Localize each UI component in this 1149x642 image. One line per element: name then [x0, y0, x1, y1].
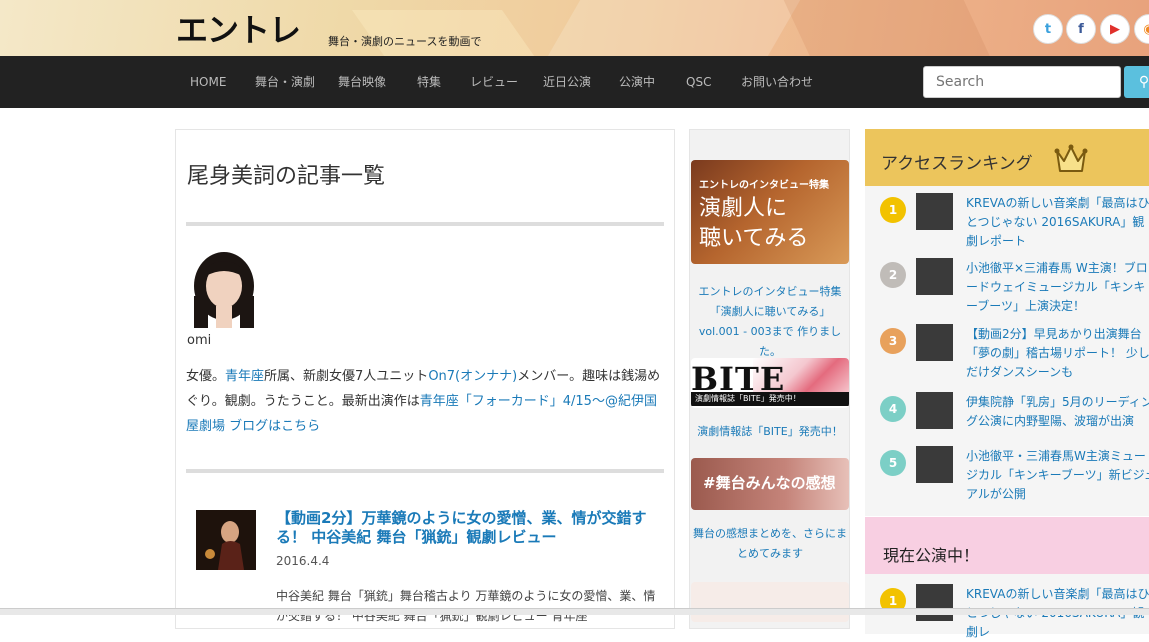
bite-link[interactable]: 演劇情報誌「BITE」発売中！ [691, 422, 849, 442]
rank-thumbnail[interactable] [916, 392, 953, 429]
author-bio: 女優。青年座所属、新劇女優7人ユニットOn7(オンナナ)メンバー。趣味は銭湯めぐ… [186, 364, 666, 439]
nav-contact[interactable]: お問い合わせ [741, 56, 813, 108]
link-seinenza[interactable]: 青年座 [225, 369, 264, 384]
divider [186, 222, 664, 226]
horizontal-scrollbar[interactable] [0, 608, 1149, 615]
nav-home[interactable]: HOME [190, 56, 226, 108]
nav-stage-video[interactable]: 舞台映像 [338, 56, 386, 108]
bite-strip: 演劇情報誌「BITE」発売中！ [691, 392, 849, 406]
article-date: 2016.4.4 [276, 554, 330, 568]
impressions-banner[interactable]: #舞台みんなの感想 [691, 458, 849, 510]
twitter-icon[interactable]: t [1033, 14, 1063, 44]
bio-text: 女優。 [186, 369, 226, 384]
site-logo[interactable]: エントレ [176, 12, 301, 48]
rank-badge: 1 [880, 197, 906, 223]
ranking-header: アクセスランキング [865, 129, 1149, 186]
site-tagline: 舞台・演劇のニュースを動画で [328, 35, 482, 48]
nav-features[interactable]: 特集 [417, 56, 441, 108]
now-showing-title: 現在公演中！ [883, 546, 980, 565]
nav-review[interactable]: レビュー [470, 56, 518, 108]
facebook-icon[interactable]: f [1066, 14, 1096, 44]
search-icon: ⚲ [1138, 74, 1149, 90]
article-excerpt: 中谷美紀 舞台「猟銃」舞台稽古より 万華鏡のように女の愛憎、業、情が交錯する！ … [276, 589, 656, 623]
crown-icon [1054, 144, 1088, 172]
rank-title-link[interactable]: KREVAの新しい音楽劇「最高はひとつじゃない 2016SAKURA」観劇レポー… [966, 194, 1149, 251]
banner-partial[interactable] [691, 582, 849, 622]
nav-now-showing[interactable]: 公演中 [619, 56, 655, 108]
ranking-title: アクセスランキング [881, 154, 1033, 174]
link-on7[interactable]: On7(オンナナ) [428, 369, 517, 384]
rank-title-link[interactable]: 【動画2分】早見あかり出演舞台「夢の劇」稽古場リポート！ 少しだけダンスシーンも [966, 325, 1149, 382]
rank-badge: 2 [880, 262, 906, 288]
article-title-link[interactable]: 【動画2分】万華鏡のように女の愛憎、業、情が交錯する！ 中谷美紀 舞台「猟銃」観… [276, 509, 656, 547]
author-name: omi [187, 333, 212, 348]
rank-badge: 4 [880, 396, 906, 422]
rank-thumbnail[interactable] [916, 193, 953, 230]
bio-text: 所属、新劇女優7人ユニット [264, 369, 429, 384]
nav-qsc[interactable]: QSC [686, 56, 711, 108]
interview-link[interactable]: エントレのインタビュー特集「演劇人に聴いてみる」vol.001 - 003まで … [691, 282, 849, 362]
search-button[interactable]: ⚲ [1124, 66, 1149, 98]
rank-title-link[interactable]: 小池徹平・三浦春馬W主演ミュージカル「キンキーブーツ」新ビジュアルが公開 [966, 447, 1149, 504]
nav-stage[interactable]: 舞台・演劇 [255, 56, 315, 108]
rank-thumbnail[interactable] [916, 584, 953, 621]
interview-banner[interactable]: エントレのインタビュー特集 演劇人に 聴いてみる [691, 160, 849, 264]
author-avatar [186, 246, 262, 328]
rank-thumbnail[interactable] [916, 324, 953, 361]
article-thumbnail[interactable] [196, 510, 256, 570]
divider [186, 469, 664, 473]
rank-badge: 3 [880, 328, 906, 354]
rank-title-link[interactable]: 小池徹平×三浦春馬 W主演！ブロードウェイミュージカル「キンキーブーツ」上演決定… [966, 259, 1149, 316]
impressions-link[interactable]: 舞台の感想まとめを、さらにまとめてみます [691, 524, 849, 564]
bite-banner[interactable]: BITE 演劇情報誌「BITE」発売中！ [691, 358, 849, 408]
nav-upcoming[interactable]: 近日公演 [543, 56, 591, 108]
rank-title-link[interactable]: 伊集院静「乳房」5月のリーディング公演に内野聖陽、波瑠が出演 [966, 393, 1149, 431]
site-header [0, 0, 1149, 56]
rank-thumbnail[interactable] [916, 258, 953, 295]
now-showing-header: 現在公演中！ [865, 517, 1149, 574]
rank-thumbnail[interactable] [916, 446, 953, 483]
banner-title: 演劇人に 聴いてみる [699, 196, 809, 251]
impressions-banner-label: #舞台みんなの感想 [703, 474, 836, 492]
rank-badge: 5 [880, 450, 906, 476]
youtube-icon[interactable]: ▶ [1100, 14, 1130, 44]
banner-subtitle: エントレのインタビュー特集 [699, 180, 829, 191]
search-input[interactable] [923, 66, 1121, 98]
page-title: 尾身美詞の記事一覧 [187, 164, 386, 189]
